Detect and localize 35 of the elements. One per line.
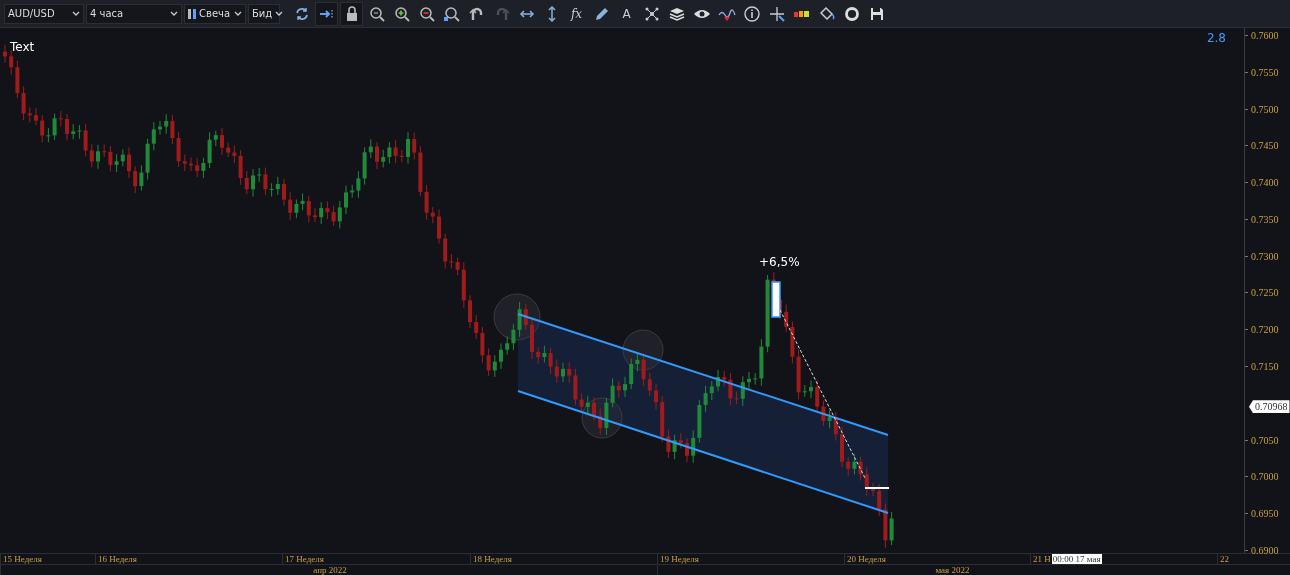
week-label: 17 Неделя: [285, 554, 324, 564]
price-label: 0.7600: [1251, 30, 1279, 41]
week-label: 15 Неделя: [3, 554, 42, 564]
week-label: 18 Неделя: [473, 554, 512, 564]
timeframe-select[interactable]: 4 часа: [86, 3, 182, 24]
week-label: 21 Н: [1033, 554, 1051, 564]
month-label: мая 2022: [935, 565, 970, 575]
price-label: 0.7450: [1251, 140, 1279, 152]
month-label: апр 2022: [313, 565, 347, 575]
symbol-select[interactable]: AUD/USD: [4, 3, 84, 24]
price-label: 0.7550: [1251, 66, 1279, 78]
text-tool-button[interactable]: A: [615, 1, 638, 26]
price-label: 0.7350: [1251, 213, 1279, 225]
price-label: 0.6950: [1251, 508, 1279, 520]
price-label: 0.7500: [1251, 103, 1279, 115]
percent-annotation: +6,5%: [759, 255, 800, 269]
formula-button[interactable]: fx: [565, 1, 588, 26]
price-label: 0.7400: [1251, 177, 1279, 189]
chart-label: Text: [10, 40, 35, 54]
price-label: 0.6900: [1251, 545, 1279, 556]
week-label: 16 Неделя: [98, 554, 137, 564]
week-label: 19 Неделя: [660, 554, 699, 564]
crosshair-time-label: 00:00 17 мая: [1051, 554, 1102, 564]
price-label: 0.7200: [1251, 324, 1279, 336]
price-label: 0.7250: [1251, 287, 1279, 299]
price-type-select[interactable]: Бид: [248, 3, 280, 24]
price-label: 0.7050: [1251, 434, 1279, 446]
chart-type-select[interactable]: Свеча: [184, 3, 246, 24]
week-label: 20 Неделя: [847, 554, 886, 564]
price-label: 0.7300: [1251, 250, 1279, 262]
current-price-label: 0.70968: [1249, 400, 1290, 414]
price-label: 0.7000: [1251, 471, 1279, 483]
price-label: 0.7150: [1251, 361, 1279, 373]
indicator-value: 2.8: [1206, 31, 1226, 45]
week-label: 22: [1220, 554, 1229, 564]
